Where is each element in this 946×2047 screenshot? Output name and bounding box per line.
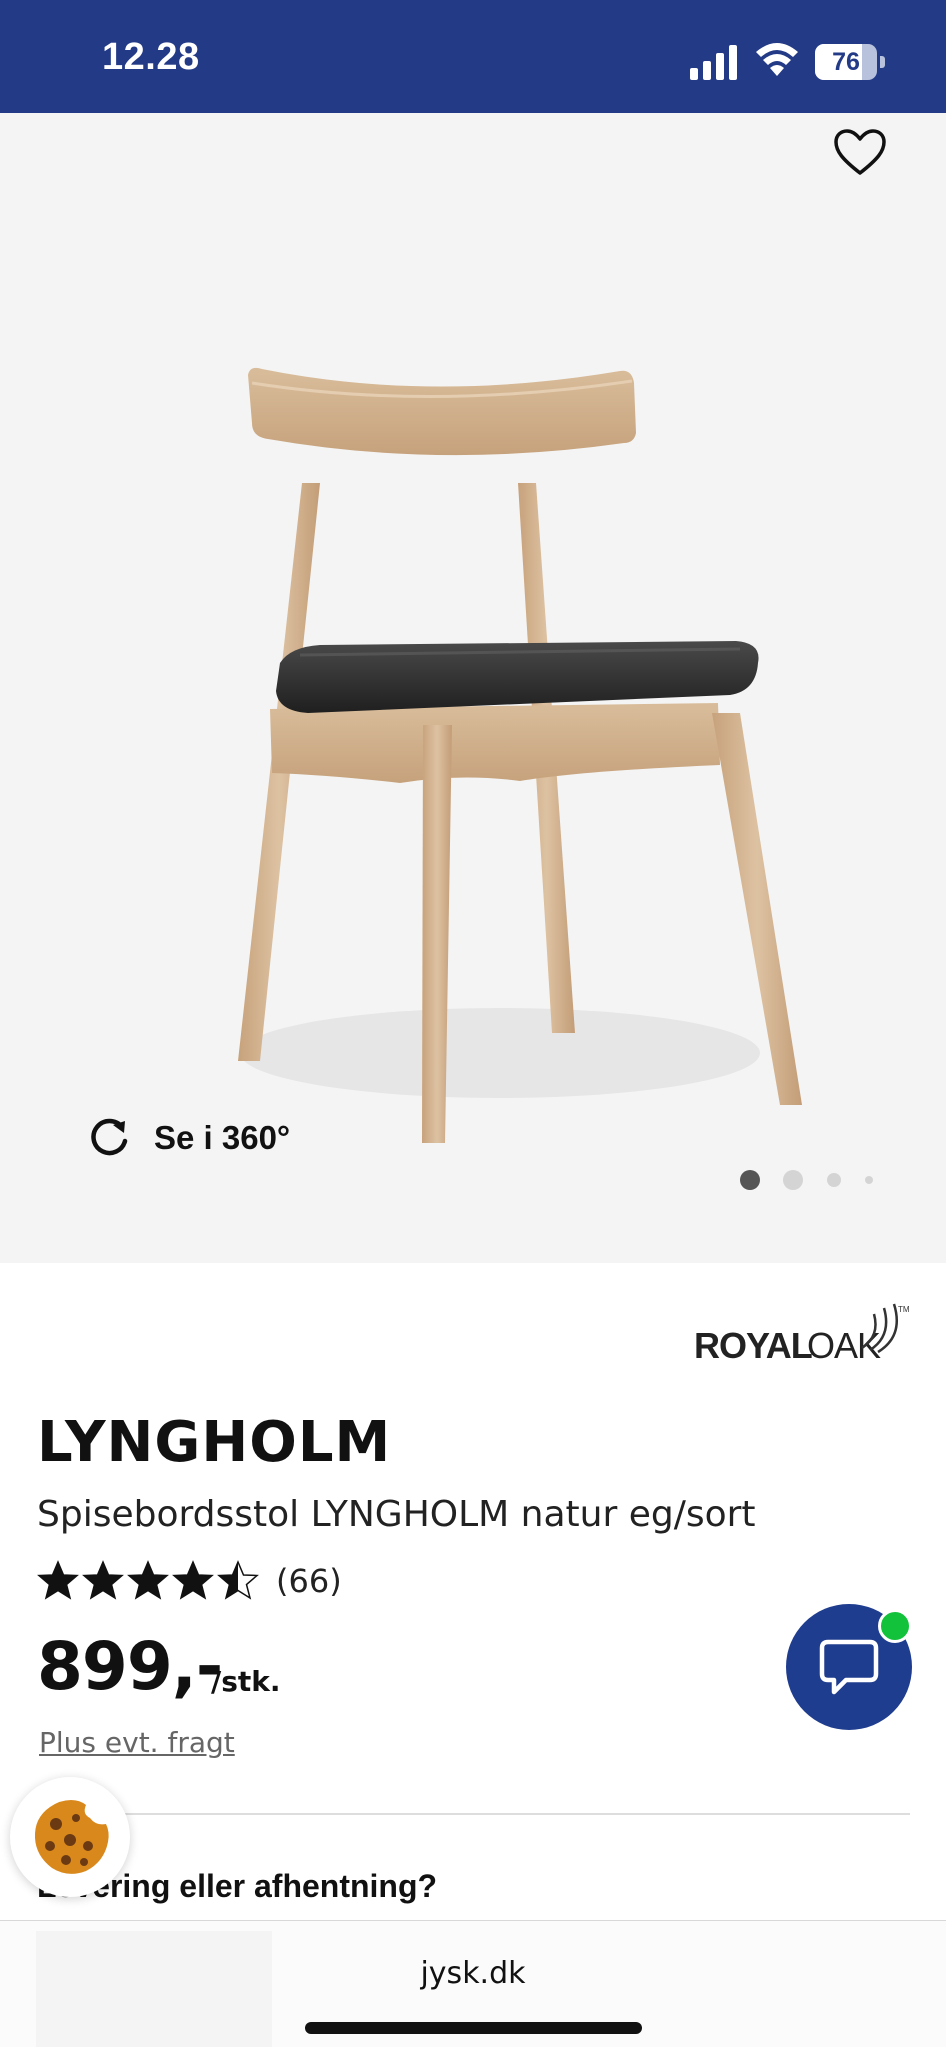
chat-bubble-icon [819, 1639, 879, 1695]
cellular-signal-icon [690, 45, 737, 80]
brand-logo-royaloak: ROYAL OAK TM [694, 1303, 910, 1364]
rotate-360-icon [91, 1118, 128, 1156]
battery-icon: 76 [815, 44, 885, 80]
url-bar[interactable]: jysk.dk [0, 1956, 946, 1991]
svg-text:ROYAL: ROYAL [694, 1325, 812, 1364]
browser-toolbar: jysk.dk [0, 1920, 946, 2047]
svg-text:OAK: OAK [807, 1325, 881, 1364]
heart-outline-icon[interactable] [832, 127, 888, 179]
product-image [238, 367, 802, 1143]
product-rating[interactable]: (66) [37, 1560, 342, 1602]
review-count: (66) [276, 1562, 342, 1600]
product-name: LYNGHOLM [37, 1410, 392, 1475]
wifi-icon [756, 43, 798, 76]
star-icon [217, 1560, 259, 1600]
view-360-label: Se i 360° [154, 1119, 291, 1156]
star-icon [127, 1560, 169, 1600]
gallery-dot[interactable] [783, 1170, 803, 1190]
product-subtitle: Spisebordsstol LYNGHOLM natur eg/sort [37, 1494, 756, 1535]
svg-text:TM: TM [898, 1305, 910, 1314]
gallery-dot[interactable] [827, 1173, 841, 1187]
star-icon [82, 1560, 124, 1600]
cookie-icon [34, 1800, 109, 1874]
gallery-dot[interactable] [865, 1176, 873, 1184]
view-360-button[interactable]: Se i 360° [86, 1113, 290, 1163]
battery-level: 76 [832, 48, 860, 76]
cookie-settings-button[interactable] [10, 1777, 130, 1897]
star-icon [172, 1560, 214, 1600]
product-price: 899,- [37, 1628, 223, 1705]
chat-online-indicator [878, 1609, 912, 1643]
gallery-dot[interactable] [740, 1170, 760, 1190]
freight-info-link[interactable]: Plus evt. fragt [39, 1726, 235, 1759]
divider [37, 1813, 910, 1815]
product-image-gallery[interactable]: Se i 360° [0, 113, 946, 1263]
gallery-pagination-dots[interactable] [738, 1168, 878, 1192]
price-unit: /stk. [211, 1665, 281, 1698]
status-time: 12.28 [102, 36, 200, 78]
rating-stars [37, 1560, 262, 1602]
home-indicator[interactable] [305, 2022, 642, 2034]
star-icon [37, 1560, 79, 1600]
status-bar: 12.28 76 [0, 0, 946, 113]
